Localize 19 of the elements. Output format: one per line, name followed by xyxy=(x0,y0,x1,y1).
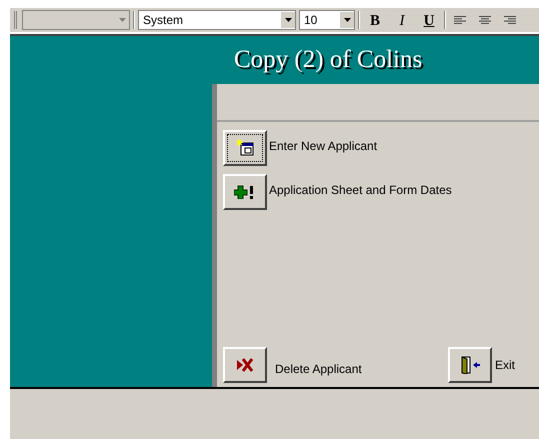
delete-x-icon xyxy=(236,358,254,372)
plus-button[interactable] xyxy=(223,174,267,210)
door-arrow-icon xyxy=(459,356,481,374)
underline-button[interactable]: U xyxy=(417,10,441,30)
toolbar-grip-icon xyxy=(14,11,17,29)
button-label: Application Sheet and Form Dates xyxy=(269,182,452,199)
exit-button[interactable] xyxy=(448,347,492,383)
font-size-dropdown[interactable]: 10 xyxy=(299,10,355,30)
button-label: Exit xyxy=(495,357,516,374)
form-sparkle-icon xyxy=(236,139,254,157)
font-dropdown[interactable]: System xyxy=(138,10,296,30)
italic-button[interactable]: I xyxy=(390,10,414,30)
button-label: Enter New Applicant xyxy=(269,138,378,155)
button-label: Delete Applicant xyxy=(275,361,362,378)
plus-exclamation-icon xyxy=(234,185,256,199)
delete-button[interactable] xyxy=(223,347,267,383)
bold-button[interactable]: B xyxy=(363,10,387,30)
form-title: Copy (2) of Colins xyxy=(234,45,422,76)
new-button[interactable] xyxy=(223,130,267,166)
